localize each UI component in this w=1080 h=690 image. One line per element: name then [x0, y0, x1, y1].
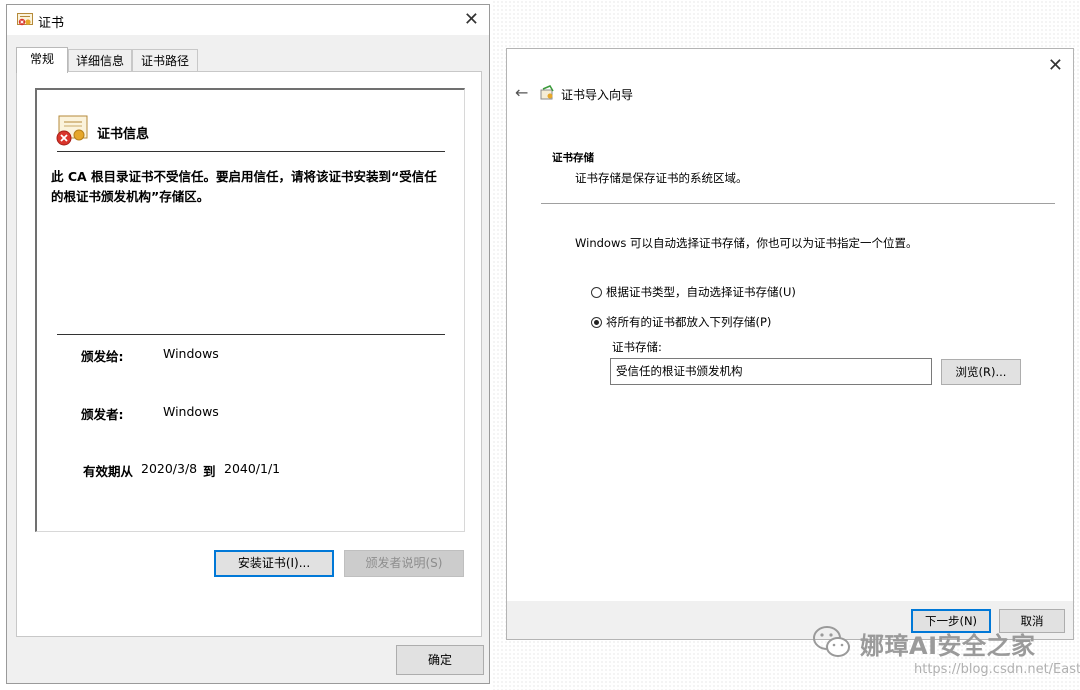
validity-label: 有效期从 [83, 464, 134, 479]
tab-cert-path[interactable]: 证书路径 [132, 49, 198, 71]
issuer-statement-button[interactable]: 颁发者说明(S) [344, 550, 464, 577]
intro-text: Windows 可以自动选择证书存储，你也可以为证书指定一个位置。 [575, 236, 918, 250]
certificate-store-field[interactable]: 受信任的根证书颁发机构 [610, 358, 932, 385]
auto-select-option[interactable]: 根据证书类型，自动选择证书存储(U) [591, 284, 796, 300]
close-icon[interactable]: ✕ [1048, 57, 1063, 75]
divider [57, 334, 445, 335]
valid-to-value: 2040/1/1 [224, 461, 281, 476]
general-tab-panel: 证书信息 此 CA 根目录证书不受信任。要启用信任，请将该证书安装到“受信任的根… [16, 71, 482, 637]
tab-details[interactable]: 详细信息 [68, 49, 132, 71]
issued-by-value: Windows [163, 404, 219, 419]
section-description: 证书存储是保存证书的系统区域。 [575, 171, 748, 185]
divider [57, 151, 445, 152]
certificate-window: 证书 ✕ 常规 详细信息 证书路径 证书信息 此 CA 根目录证书不受信任。要启… [6, 4, 490, 684]
watermark-url: https://blog.csdn.net/Eastmount [914, 662, 1080, 677]
certificate-error-icon [56, 115, 88, 146]
certificate-icon [17, 13, 33, 26]
wizard-title: 证书导入向导 [561, 88, 634, 102]
untrusted-warning: 此 CA 根目录证书不受信任。要启用信任，请将该证书安装到“受信任的根证书颁发机… [51, 169, 437, 204]
valid-to-label: 到 [203, 464, 216, 479]
install-certificate-button[interactable]: 安装证书(I)... [214, 550, 334, 577]
section-heading: 证书存储 [552, 152, 594, 164]
issued-by-label: 颁发者: [81, 407, 124, 422]
certificate-info-title: 证书信息 [97, 127, 150, 142]
store-label: 证书存储: [612, 340, 662, 354]
valid-from-value: 2020/3/8 [141, 461, 198, 476]
close-icon[interactable]: ✕ [464, 11, 479, 29]
wizard-icon [540, 85, 554, 100]
radio-button-checked[interactable] [591, 316, 602, 328]
issued-to-value: Windows [163, 346, 219, 361]
radio-button[interactable] [591, 286, 602, 298]
import-wizard-window: ✕ ← 证书导入向导 证书存储 证书存储是保存证书的系统区域。 Windows … [506, 48, 1074, 640]
option-label: 将所有的证书都放入下列存储(P) [606, 315, 772, 329]
divider [541, 203, 1055, 204]
title-bar: 证书 ✕ [7, 5, 489, 35]
certificate-info-box: 证书信息 此 CA 根目录证书不受信任。要启用信任，请将该证书安装到“受信任的根… [35, 88, 465, 532]
back-arrow-icon[interactable]: ← [515, 83, 528, 102]
tab-general[interactable]: 常规 [16, 47, 68, 73]
wechat-logo-icon [813, 626, 850, 657]
ok-button[interactable]: 确定 [396, 645, 484, 675]
dialog-button-bar: 确定 [7, 639, 489, 683]
manual-store-option[interactable]: 将所有的证书都放入下列存储(P) [591, 314, 771, 330]
window-title: 证书 [38, 16, 65, 31]
browse-button[interactable]: 浏览(R)... [941, 359, 1021, 385]
option-label: 根据证书类型，自动选择证书存储(U) [606, 285, 796, 299]
watermark-text: 娜璋AI安全之家 [860, 632, 1036, 660]
issued-to-label: 颁发给: [81, 349, 124, 364]
